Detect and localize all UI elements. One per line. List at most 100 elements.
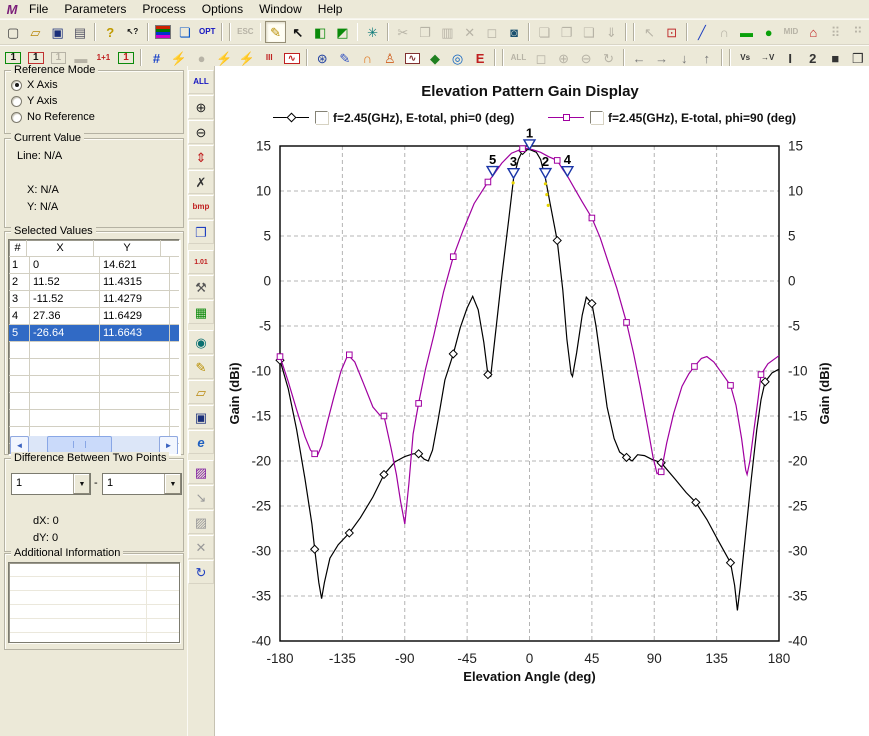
svg-text:-40: -40 — [788, 634, 808, 649]
draw-rectangle-icon[interactable]: ▬ — [736, 21, 756, 43]
menu-parameters[interactable]: Parameters — [56, 1, 134, 17]
radiation-arc-icon: ∩ — [362, 50, 373, 66]
pan-up-icon: ↑ — [703, 50, 710, 66]
toolbar-separator — [721, 49, 723, 67]
save-icon[interactable]: ▣ — [48, 21, 68, 43]
duplicate-icon: ◻ — [486, 24, 498, 40]
layer-stack-icon[interactable]: ❏ — [175, 21, 195, 43]
border-style-icon: ❒ — [852, 50, 864, 66]
radio-button-icon[interactable] — [11, 111, 22, 123]
table-row-empty-cell — [170, 342, 179, 359]
table-row-cell: 11.6643 — [100, 325, 170, 342]
point-2-dropdown[interactable]: 1 ▼ — [102, 473, 182, 495]
pick-vertex-icon[interactable]: ⊡ — [662, 21, 682, 43]
draw-shape-icon[interactable]: ⌂ — [803, 21, 823, 43]
rescale-axes-icon[interactable]: ⇕ — [188, 145, 214, 169]
point-value-icon[interactable]: 1.01 — [188, 250, 214, 274]
help-icon: ? — [106, 24, 115, 40]
table-row[interactable]: 2 11.52 11.4315 — [9, 274, 179, 291]
selected-values-table[interactable]: # X Y 1 0 14.621 2 11.52 11.4315 3 -11.52 11.4279 4 2… — [8, 239, 180, 455]
radio-y-axis[interactable]: Y Axis — [5, 93, 183, 109]
table-horizontal-scrollbar[interactable]: ◄ ► — [10, 436, 178, 454]
svg-text:0: 0 — [526, 651, 534, 666]
zoom-window-icon: ◻ — [535, 50, 547, 66]
toolbar-top: ▢ ▱ ▣ ▤? ↖? ❏ OPT ESC ✎ ↖ ◧ ◩ ✳ ✂ ❐ ▥ ✕ ◻ ◙ ❏ ❐ ❑ ⇓ ↖ ⊡ ╱ ∩ ▬ ● MID ⌂ ⠿… — [0, 19, 869, 45]
table-row-cell: 11.52 — [30, 274, 100, 291]
table-row[interactable]: 4 27.36 11.6429 — [9, 308, 179, 325]
table-header-row-cell: # — [9, 240, 27, 257]
flip-objects-icon: ⇓ — [605, 24, 617, 40]
pattern-style-icon[interactable]: ▨ — [188, 460, 214, 484]
draw-circle-icon[interactable]: ● — [759, 21, 779, 43]
capture-icon[interactable]: ◙ — [504, 21, 524, 43]
save-graph-icon[interactable]: ▣ — [188, 405, 214, 429]
table-row-empty — [9, 393, 179, 410]
svg-text:180: 180 — [768, 651, 791, 666]
menu-file[interactable]: File — [21, 1, 56, 17]
reload-icon[interactable]: ↻ — [188, 560, 214, 584]
scrollbar-track[interactable] — [29, 436, 159, 453]
rescale-axes-icon: ⇕ — [195, 149, 207, 165]
menu-help[interactable]: Help — [310, 1, 351, 17]
table-row-empty-cell — [170, 359, 179, 376]
draw-line-icon[interactable]: ╱ — [692, 21, 712, 43]
open-graph-icon[interactable]: ▱ — [188, 380, 214, 404]
copy-icon: ❐ — [419, 24, 431, 40]
sparam-window-icon: ∿ — [283, 52, 300, 64]
zoom-out-icon[interactable]: ⊖ — [188, 120, 214, 144]
plot-area[interactable]: -180 -135 -90 -45 0 45 90 135 18015 1510 105 50 0-5-… — [215, 66, 869, 736]
opt-icon[interactable]: OPT — [197, 21, 217, 43]
table-row-cell: 4 — [9, 308, 30, 325]
dropdown-arrow-icon[interactable]: ▼ — [73, 474, 90, 494]
select-vertices-icon[interactable]: ◧ — [310, 21, 330, 43]
cut-icon: ✂ — [397, 24, 409, 40]
menu-process[interactable]: Process — [134, 1, 193, 17]
layer-colors-icon — [154, 25, 171, 39]
table-row[interactable]: 1 0 14.621 — [9, 257, 179, 274]
export-bmp-icon[interactable]: bmp — [188, 195, 214, 219]
scale-all-icon[interactable]: ALL — [188, 70, 214, 94]
fill-style-icon: ■ — [831, 50, 840, 66]
select-polygons-icon[interactable]: ◩ — [332, 21, 352, 43]
radio-no-reference[interactable]: No Reference — [5, 109, 183, 125]
copy-clipboard-icon[interactable]: ❐ — [188, 220, 214, 244]
antenna-array-icon: ⠛ — [848, 21, 868, 43]
table-row-cell: 11.4279 — [100, 291, 170, 308]
select-pointer-icon[interactable]: ↖ — [288, 21, 308, 43]
point-1-dropdown[interactable]: 1 ▼ — [11, 473, 91, 495]
toolbar-separator — [528, 23, 531, 41]
table-row[interactable]: 5 -26.64 11.6643 — [9, 325, 179, 342]
whole-view-icon: ✳ — [367, 24, 379, 40]
draw-pencil-icon[interactable]: ✎ — [265, 21, 286, 43]
graph-tools-icon[interactable]: ⚒ — [188, 275, 214, 299]
data-table-icon[interactable]: ▦ — [188, 300, 214, 324]
delete-graph-icon: ✕ — [188, 535, 214, 559]
menu-options[interactable]: Options — [194, 1, 251, 17]
new-file-icon[interactable]: ▢ — [3, 21, 23, 43]
view-eye-icon[interactable]: ◉ — [188, 330, 214, 354]
context-help-icon[interactable]: ↖? — [122, 21, 142, 43]
radio-label: Y Axis — [27, 95, 58, 107]
table-row-empty-cell — [9, 359, 30, 376]
notes-icon: ✎ — [339, 50, 351, 66]
help-icon[interactable]: ? — [100, 21, 120, 43]
dropdown-arrow-icon[interactable]: ▼ — [164, 474, 181, 494]
additional-info-list[interactable] — [8, 562, 180, 643]
scrollbar-thumb[interactable] — [47, 436, 112, 453]
print-icon[interactable]: ▤ — [70, 21, 90, 43]
table-row-empty-cell — [9, 342, 30, 359]
menu-window[interactable]: Window — [251, 1, 310, 17]
open-file-icon[interactable]: ▱ — [25, 21, 45, 43]
whole-view-icon[interactable]: ✳ — [362, 21, 382, 43]
export-web-icon[interactable]: e — [188, 430, 214, 454]
graph-toolbar: ALL ⊕ ⊖ ⇕ ✗ bmp ❐ 1.01 ⚒ ▦ ◉ ✎ ▱ ▣ e ▨ ↘ ▨ ✕ ↻ — [187, 66, 215, 736]
radio-x-axis[interactable]: X Axis — [5, 77, 183, 93]
window-1-icon: 1 — [5, 52, 22, 64]
table-row[interactable]: 3 -11.52 11.4279 — [9, 291, 179, 308]
radio-button-icon[interactable] — [11, 95, 22, 107]
radio-button-icon[interactable] — [11, 79, 22, 91]
layer-colors-icon[interactable] — [153, 21, 173, 43]
annotate-icon[interactable]: ✎ — [188, 355, 214, 379]
xy-marker-icon[interactable]: ✗ — [188, 170, 214, 194]
zoom-in-icon[interactable]: ⊕ — [188, 95, 214, 119]
